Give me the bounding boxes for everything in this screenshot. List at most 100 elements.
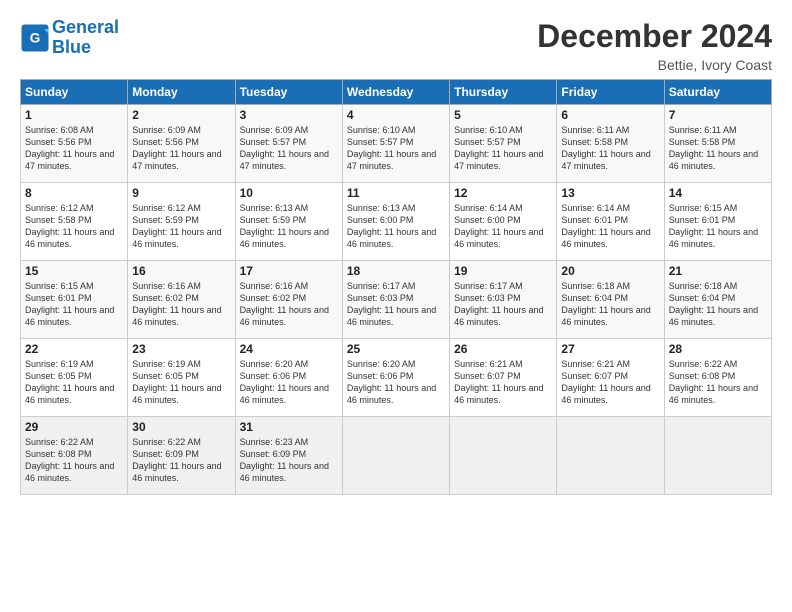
day-number: 10 bbox=[240, 186, 338, 200]
cell-info: Sunrise: 6:14 AM Sunset: 6:01 PM Dayligh… bbox=[561, 202, 659, 251]
calendar-cell: 5Sunrise: 6:10 AM Sunset: 5:57 PM Daylig… bbox=[450, 105, 557, 183]
cell-info: Sunrise: 6:20 AM Sunset: 6:06 PM Dayligh… bbox=[240, 358, 338, 407]
cell-info: Sunrise: 6:10 AM Sunset: 5:57 PM Dayligh… bbox=[454, 124, 552, 173]
calendar-cell: 21 Sunrise: 6:18 AM Sunset: 6:04 PM Dayli… bbox=[664, 261, 771, 339]
cell-info: Sunrise: 6:23 AM Sunset: 6:09 PM Dayligh… bbox=[240, 436, 338, 485]
calendar-cell: 31 Sunrise: 6:23 AM Sunset: 6:09 PM Dayli… bbox=[235, 417, 342, 495]
calendar-cell: 13Sunrise: 6:14 AM Sunset: 6:01 PM Dayli… bbox=[557, 183, 664, 261]
cell-info: Sunrise: 6:17 AM Sunset: 6:03 PM Dayligh… bbox=[347, 280, 445, 329]
day-number: 24 bbox=[240, 342, 338, 356]
cell-info: Sunrise: 6:15 AM Sunset: 6:01 PM Dayligh… bbox=[25, 280, 123, 329]
header-tuesday: Tuesday bbox=[235, 80, 342, 105]
calendar-cell: 6 Sunrise: 6:11 AM Sunset: 5:58 PM Daylig… bbox=[557, 105, 664, 183]
calendar-cell bbox=[664, 417, 771, 495]
day-number: 20 bbox=[561, 264, 659, 278]
header-sunday: Sunday bbox=[21, 80, 128, 105]
calendar-table: Sunday Monday Tuesday Wednesday Thursday… bbox=[20, 79, 772, 495]
calendar-cell: 17 Sunrise: 6:16 AM Sunset: 6:02 PM Dayli… bbox=[235, 261, 342, 339]
cell-info: Sunrise: 6:12 AM Sunset: 5:59 PM Dayligh… bbox=[132, 202, 230, 251]
day-number: 23 bbox=[132, 342, 230, 356]
calendar-cell: 2Sunrise: 6:09 AM Sunset: 5:56 PM Daylig… bbox=[128, 105, 235, 183]
week-row-5: 29 Sunrise: 6:22 AM Sunset: 6:08 PM Dayli… bbox=[21, 417, 772, 495]
calendar-cell: 8Sunrise: 6:12 AM Sunset: 5:58 PM Daylig… bbox=[21, 183, 128, 261]
header-friday: Friday bbox=[557, 80, 664, 105]
title-block: December 2024 Bettie, Ivory Coast bbox=[537, 18, 772, 73]
calendar-cell: 12 Sunrise: 6:14 AM Sunset: 6:00 PM Dayli… bbox=[450, 183, 557, 261]
cell-info: Sunrise: 6:08 AM Sunset: 5:56 PM Dayligh… bbox=[25, 124, 123, 173]
calendar-cell: 16Sunrise: 6:16 AM Sunset: 6:02 PM Dayli… bbox=[128, 261, 235, 339]
cell-info: Sunrise: 6:22 AM Sunset: 6:08 PM Dayligh… bbox=[25, 436, 123, 485]
cell-info: Sunrise: 6:13 AM Sunset: 5:59 PM Dayligh… bbox=[240, 202, 338, 251]
calendar-cell: 15 Sunrise: 6:15 AM Sunset: 6:01 PM Dayli… bbox=[21, 261, 128, 339]
cell-info: Sunrise: 6:22 AM Sunset: 6:08 PM Dayligh… bbox=[669, 358, 767, 407]
cell-info: Sunrise: 6:21 AM Sunset: 6:07 PM Dayligh… bbox=[561, 358, 659, 407]
day-number: 11 bbox=[347, 186, 445, 200]
header-monday: Monday bbox=[128, 80, 235, 105]
cell-info: Sunrise: 6:12 AM Sunset: 5:58 PM Dayligh… bbox=[25, 202, 123, 251]
day-number: 2 bbox=[132, 108, 230, 122]
day-number: 22 bbox=[25, 342, 123, 356]
week-row-3: 15 Sunrise: 6:15 AM Sunset: 6:01 PM Dayli… bbox=[21, 261, 772, 339]
cell-info: Sunrise: 6:18 AM Sunset: 6:04 PM Dayligh… bbox=[561, 280, 659, 329]
cell-info: Sunrise: 6:17 AM Sunset: 6:03 PM Dayligh… bbox=[454, 280, 552, 329]
day-number: 25 bbox=[347, 342, 445, 356]
calendar-cell: 26 Sunrise: 6:21 AM Sunset: 6:07 PM Dayli… bbox=[450, 339, 557, 417]
logo: G General Blue bbox=[20, 18, 119, 58]
calendar-cell bbox=[342, 417, 449, 495]
calendar-cell: 14 Sunrise: 6:15 AM Sunset: 6:01 PM Dayli… bbox=[664, 183, 771, 261]
calendar-cell: 3Sunrise: 6:09 AM Sunset: 5:57 PM Daylig… bbox=[235, 105, 342, 183]
cell-info: Sunrise: 6:11 AM Sunset: 5:58 PM Dayligh… bbox=[561, 124, 659, 173]
week-row-1: 1 Sunrise: 6:08 AM Sunset: 5:56 PM Daylig… bbox=[21, 105, 772, 183]
day-number: 17 bbox=[240, 264, 338, 278]
day-number: 18 bbox=[347, 264, 445, 278]
day-number: 1 bbox=[25, 108, 123, 122]
cell-info: Sunrise: 6:15 AM Sunset: 6:01 PM Dayligh… bbox=[669, 202, 767, 251]
day-number: 27 bbox=[561, 342, 659, 356]
calendar-cell bbox=[557, 417, 664, 495]
day-number: 7 bbox=[669, 108, 767, 122]
cell-info: Sunrise: 6:19 AM Sunset: 6:05 PM Dayligh… bbox=[132, 358, 230, 407]
page: G General Blue December 2024 Bettie, Ivo… bbox=[0, 0, 792, 612]
day-number: 4 bbox=[347, 108, 445, 122]
day-number: 31 bbox=[240, 420, 338, 434]
calendar-cell: 10 Sunrise: 6:13 AM Sunset: 5:59 PM Dayli… bbox=[235, 183, 342, 261]
day-number: 16 bbox=[132, 264, 230, 278]
logo-text: General Blue bbox=[52, 18, 119, 58]
calendar-cell: 4Sunrise: 6:10 AM Sunset: 5:57 PM Daylig… bbox=[342, 105, 449, 183]
day-number: 15 bbox=[25, 264, 123, 278]
day-number: 26 bbox=[454, 342, 552, 356]
calendar-cell: 27 Sunrise: 6:21 AM Sunset: 6:07 PM Dayli… bbox=[557, 339, 664, 417]
day-number: 3 bbox=[240, 108, 338, 122]
calendar-cell: 19 Sunrise: 6:17 AM Sunset: 6:03 PM Dayli… bbox=[450, 261, 557, 339]
calendar-cell: 29 Sunrise: 6:22 AM Sunset: 6:08 PM Dayli… bbox=[21, 417, 128, 495]
day-number: 29 bbox=[25, 420, 123, 434]
day-number: 21 bbox=[669, 264, 767, 278]
cell-info: Sunrise: 6:22 AM Sunset: 6:09 PM Dayligh… bbox=[132, 436, 230, 485]
calendar-cell: 28 Sunrise: 6:22 AM Sunset: 6:08 PM Dayli… bbox=[664, 339, 771, 417]
calendar-cell: 25 Sunrise: 6:20 AM Sunset: 6:06 PM Dayli… bbox=[342, 339, 449, 417]
cell-info: Sunrise: 6:16 AM Sunset: 6:02 PM Dayligh… bbox=[240, 280, 338, 329]
month-title: December 2024 bbox=[537, 18, 772, 55]
day-number: 6 bbox=[561, 108, 659, 122]
calendar-cell: 22Sunrise: 6:19 AM Sunset: 6:05 PM Dayli… bbox=[21, 339, 128, 417]
day-number: 30 bbox=[132, 420, 230, 434]
header-wednesday: Wednesday bbox=[342, 80, 449, 105]
day-number: 12 bbox=[454, 186, 552, 200]
day-number: 19 bbox=[454, 264, 552, 278]
calendar-cell: 23 Sunrise: 6:19 AM Sunset: 6:05 PM Dayli… bbox=[128, 339, 235, 417]
header-saturday: Saturday bbox=[664, 80, 771, 105]
cell-info: Sunrise: 6:14 AM Sunset: 6:00 PM Dayligh… bbox=[454, 202, 552, 251]
calendar-cell: 30 Sunrise: 6:22 AM Sunset: 6:09 PM Dayli… bbox=[128, 417, 235, 495]
logo-icon: G bbox=[20, 23, 50, 53]
cell-info: Sunrise: 6:13 AM Sunset: 6:00 PM Dayligh… bbox=[347, 202, 445, 251]
calendar-cell bbox=[450, 417, 557, 495]
day-number: 14 bbox=[669, 186, 767, 200]
calendar-cell: 20 Sunrise: 6:18 AM Sunset: 6:04 PM Dayli… bbox=[557, 261, 664, 339]
week-row-2: 8Sunrise: 6:12 AM Sunset: 5:58 PM Daylig… bbox=[21, 183, 772, 261]
day-number: 28 bbox=[669, 342, 767, 356]
cell-info: Sunrise: 6:20 AM Sunset: 6:06 PM Dayligh… bbox=[347, 358, 445, 407]
location: Bettie, Ivory Coast bbox=[537, 57, 772, 73]
cell-info: Sunrise: 6:21 AM Sunset: 6:07 PM Dayligh… bbox=[454, 358, 552, 407]
cell-info: Sunrise: 6:11 AM Sunset: 5:58 PM Dayligh… bbox=[669, 124, 767, 173]
cell-info: Sunrise: 6:18 AM Sunset: 6:04 PM Dayligh… bbox=[669, 280, 767, 329]
